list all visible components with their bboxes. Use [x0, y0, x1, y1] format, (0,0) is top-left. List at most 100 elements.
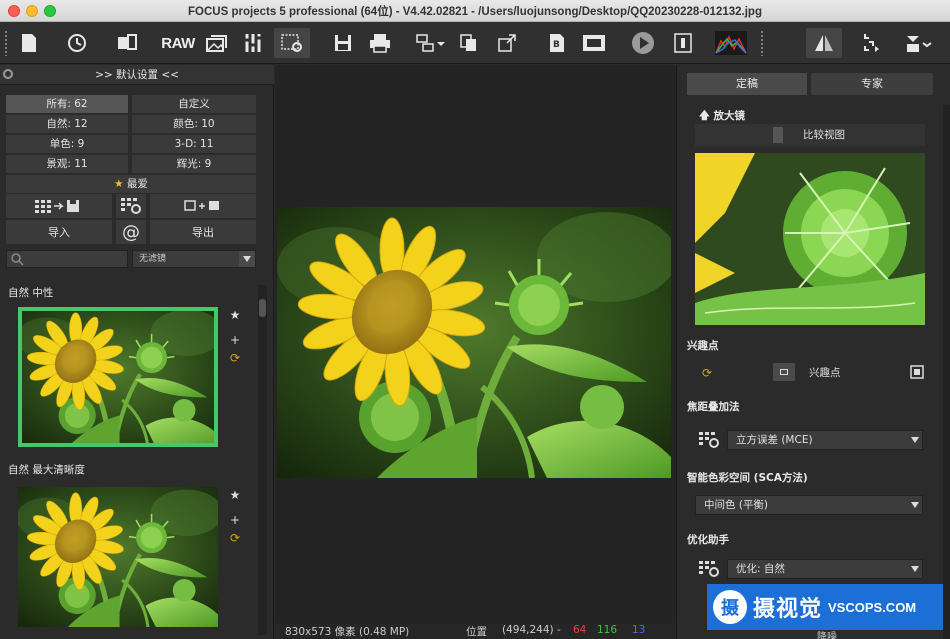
compare-view-label: 比较视图 — [803, 129, 845, 141]
settings-scrollbar[interactable] — [943, 105, 950, 639]
category-natural[interactable]: 自然: 12 — [6, 115, 128, 133]
crop-icon[interactable] — [856, 28, 886, 58]
svg-text:B: B — [553, 40, 560, 50]
chevron-down-icon — [908, 431, 922, 449]
refresh-icon[interactable]: ⟳ — [695, 363, 719, 383]
tools-icon[interactable] — [238, 28, 268, 58]
toolbar-grip[interactable] — [4, 30, 8, 56]
new-file-icon[interactable] — [16, 28, 42, 58]
category-custom[interactable]: 自定义 — [132, 95, 256, 113]
save-icon[interactable] — [330, 28, 356, 58]
refresh-icon[interactable]: ⟳ — [228, 531, 242, 545]
preset-search-input[interactable] — [6, 250, 128, 268]
stack-method-select[interactable]: 立方误差 (MCE) — [727, 430, 923, 450]
share-icon[interactable] — [494, 28, 520, 58]
sca-select[interactable]: 中间色 (平衡) — [695, 495, 923, 515]
poi-section-title: 兴趣点 — [687, 340, 719, 352]
sunflower-thumbnail — [18, 307, 218, 447]
magnifier-title: 放大镜 — [713, 110, 745, 122]
info-icon[interactable] — [670, 28, 696, 58]
plus-icon[interactable]: + — [228, 333, 242, 347]
history-icon[interactable] — [62, 28, 92, 58]
stack-section-title: 焦距叠加法 — [687, 401, 740, 413]
favorites-button[interactable]: ★ 最爱 — [6, 175, 256, 193]
sunflower-image — [277, 207, 671, 478]
play-icon[interactable] — [628, 28, 658, 58]
search-icon — [11, 253, 24, 266]
compare-view-row[interactable]: 比较视图 — [695, 124, 925, 146]
refresh-icon[interactable]: ⟳ — [228, 351, 242, 365]
star-icon[interactable]: ★ — [228, 308, 242, 322]
compare-toggle-icon — [773, 127, 783, 143]
sca-value: 中间色 (平衡) — [704, 499, 769, 511]
grid-gear-icon — [121, 198, 141, 214]
category-all[interactable]: 所有: 62 — [6, 95, 128, 113]
plus-icon[interactable]: + — [228, 513, 242, 527]
stack-icon[interactable] — [900, 28, 936, 58]
preset-thumbnail-natural-neutral[interactable] — [18, 307, 218, 447]
arrow-up-icon: 🡅 — [699, 110, 710, 122]
copy-icon[interactable] — [456, 28, 482, 58]
watermark-cn-text: 摄视觉 — [753, 597, 823, 622]
category-landscape[interactable]: 景观: 11 — [6, 155, 128, 173]
category-color[interactable]: 颜色: 10 — [132, 115, 256, 133]
position-label: 位置 — [466, 626, 487, 638]
histogram-icon[interactable] — [712, 28, 750, 58]
chevron-down-icon — [908, 560, 922, 578]
grid-gear-icon[interactable] — [697, 430, 721, 450]
poi-target-icon[interactable] — [773, 363, 795, 381]
watermark-logo: 摄 — [713, 590, 747, 624]
tab-expert[interactable]: 专家 — [811, 73, 933, 95]
add-preset-button[interactable] — [150, 194, 256, 218]
filter-select[interactable]: 无滤镜 — [132, 250, 256, 268]
magnifier-preview[interactable] — [695, 153, 925, 325]
preset-scrollbar[interactable] — [258, 285, 267, 635]
grid-to-file-button[interactable] — [6, 194, 112, 218]
green-value: 116 — [597, 624, 618, 636]
star-icon[interactable]: ★ — [228, 488, 242, 502]
gear-icon[interactable] — [3, 69, 13, 79]
batch-icon[interactable] — [112, 28, 142, 58]
compare-icon[interactable] — [806, 28, 842, 58]
chevron-down-icon — [239, 251, 255, 267]
favorites-label: 最爱 — [126, 178, 148, 190]
optimize-select[interactable]: 优化: 自然 — [727, 559, 923, 579]
poi-list-icon[interactable] — [905, 362, 929, 382]
export-icon[interactable] — [410, 28, 450, 58]
optimize-value: 优化: 自然 — [736, 563, 785, 575]
status-bar: 830x573 像素 (0.48 MP) 位置 (494,244) - 64 1… — [275, 623, 676, 639]
grid-settings-button[interactable] — [116, 194, 146, 218]
import-button[interactable]: 导入 — [6, 220, 112, 244]
preset-label: 自然 最大清晰度 — [8, 464, 85, 476]
grid-gear-icon[interactable] — [697, 559, 721, 579]
title-bar: FOCUS projects 5 professional (64位) - V4… — [0, 0, 950, 22]
print-icon[interactable] — [366, 28, 394, 58]
watermark-badge: 摄 摄视觉 VSCOPS.COM — [707, 584, 943, 630]
settings-icon[interactable] — [274, 28, 310, 58]
category-mono[interactable]: 单色: 9 — [6, 135, 128, 153]
gallery-icon[interactable] — [202, 28, 232, 58]
adjust-icon[interactable]: B — [544, 28, 570, 58]
presets-header[interactable]: >> 默认设置 << — [0, 65, 274, 85]
poi-button-label[interactable]: 兴趣点 — [809, 365, 841, 380]
blue-value: 13 — [632, 624, 646, 636]
category-3d[interactable]: 3-D: 11 — [132, 135, 256, 153]
image-canvas[interactable] — [275, 65, 676, 623]
raw-label: RAW — [161, 34, 195, 52]
preset-thumbnail-natural-max-clarity[interactable] — [18, 487, 218, 627]
poi-row: ⟳ 兴趣点 — [695, 362, 927, 384]
preset-label: 自然 中性 — [8, 287, 54, 299]
export-button[interactable]: 导出 — [150, 220, 256, 244]
scrollbar-thumb[interactable] — [259, 299, 266, 317]
main-image[interactable] — [277, 207, 671, 478]
position-value: (494,244) - — [502, 624, 561, 636]
raw-icon[interactable]: RAW — [158, 28, 198, 58]
star-icon: ★ — [114, 178, 124, 190]
toolbar-grip[interactable] — [760, 30, 764, 56]
add-preset-icon — [184, 200, 219, 211]
category-glow[interactable]: 辉光: 9 — [132, 155, 256, 173]
presets-header-title: >> 默认设置 << — [95, 69, 179, 81]
email-at-button[interactable]: @ — [116, 220, 146, 244]
tab-final[interactable]: 定稿 — [687, 73, 807, 95]
frame-icon[interactable] — [580, 28, 608, 58]
